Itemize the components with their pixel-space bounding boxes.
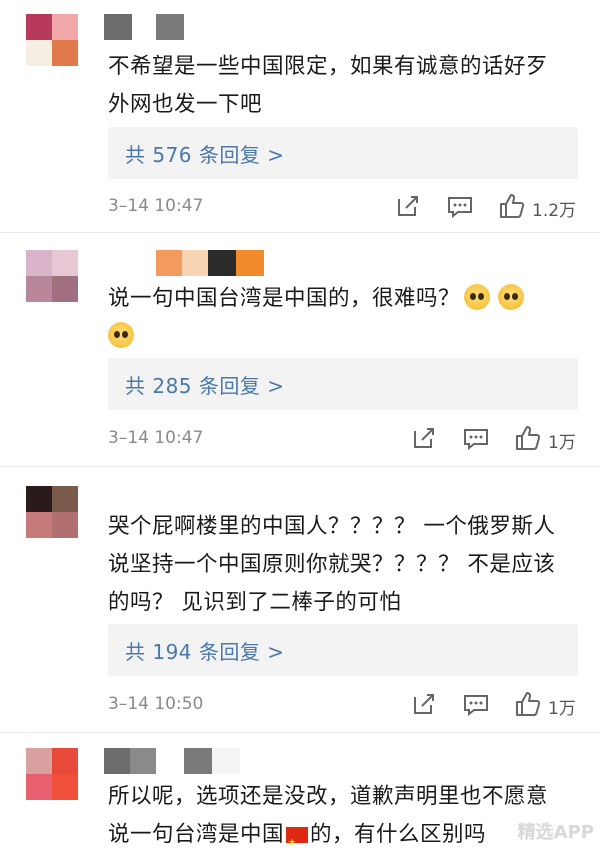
timestamp: 3–14 10:47 [108,428,204,448]
reply-box[interactable]: 共 576 条回复 > [108,127,578,179]
divider [0,732,600,733]
like-count: 1.2万 [532,201,577,221]
avatar[interactable] [26,250,78,302]
emoji-icon [498,284,525,310]
timestamp: 3–14 10:47 [108,196,204,216]
view-replies-link[interactable]: 共 576 条回复 > [125,139,285,168]
comment-icon[interactable] [446,192,474,220]
timestamp: 3–14 10:50 [108,694,204,714]
emoji-icon [464,284,491,310]
share-icon[interactable] [394,192,422,220]
comment-icon[interactable] [462,690,490,718]
username[interactable] [104,748,240,774]
china-flag-icon [286,824,309,852]
username[interactable] [156,250,264,276]
comment-icon[interactable] [462,424,490,452]
comment-text: 说一句中国台湾是中国的，很难吗？ [108,280,588,356]
reply-box[interactable]: 共 194 条回复 > [108,624,578,676]
divider [0,232,600,233]
like-icon[interactable] [514,690,542,718]
watermark: 精选APP [517,822,594,843]
share-icon[interactable] [410,690,438,718]
comment-meta: 3–14 10:50 1万 [108,690,578,720]
like-count: 1万 [548,699,576,719]
view-replies-link[interactable]: 共 194 条回复 > [125,636,285,665]
like-icon[interactable] [514,424,542,452]
comment-text: 所以呢，选项还是没改，道歉声明里也不愿意 说一句台湾是中国的，有什么区别吗 [108,778,588,852]
comment-meta: 3–14 10:47 1万 [108,424,578,454]
like-icon[interactable] [498,192,526,220]
username[interactable] [104,14,184,40]
share-icon[interactable] [410,424,438,452]
avatar[interactable] [26,486,78,538]
view-replies-link[interactable]: 共 285 条回复 > [125,370,285,399]
comment-meta: 3–14 10:47 1.2万 [108,192,578,222]
like-count: 1万 [548,433,576,453]
avatar[interactable] [26,748,78,800]
reply-box[interactable]: 共 285 条回复 > [108,358,578,410]
comment-text: 不希望是一些中国限定，如果有诚意的话好歹 外网也发一下吧 [108,54,549,117]
divider [0,466,600,467]
emoji-icon [108,322,134,348]
avatar[interactable] [26,14,78,66]
comment-text: 哭个屁啊楼里的中国人？？？？ 一个俄罗斯人 说坚持一个中国原则你就哭？？？？ 不… [108,514,556,615]
